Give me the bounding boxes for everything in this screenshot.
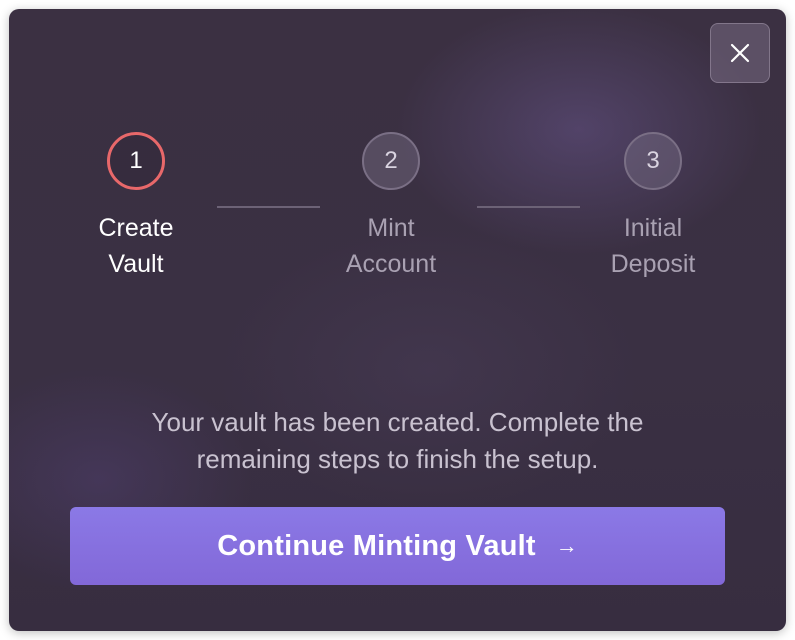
step-number: 3 [646,147,660,174]
step-mint-account: 2 Mint Account [291,132,491,282]
cta-label: Continue Minting Vault [217,529,536,562]
close-button[interactable] [710,23,770,83]
step-initial-deposit: 3 Initial Deposit [553,132,753,282]
step-label: Initial Deposit [610,214,696,278]
step-label: Create Vault [98,214,174,278]
step-number: 2 [384,147,398,174]
step-number-badge: 3 [624,132,682,190]
step-number: 1 [129,147,143,174]
close-icon [730,43,750,63]
step-create-vault: 1 Create Vault [36,132,236,282]
status-message: Your vault has been created. Complete th… [151,407,644,474]
step-number-badge: 1 [107,132,165,190]
step-label: Mint Account [345,214,437,278]
arrow-right-icon: → [555,533,578,558]
continue-minting-vault-button[interactable]: Continue Minting Vault → [70,507,725,585]
vault-setup-dialog: 1 Create Vault 2 Mint Account 3 Initial … [9,9,786,631]
step-number-badge: 2 [362,132,420,190]
